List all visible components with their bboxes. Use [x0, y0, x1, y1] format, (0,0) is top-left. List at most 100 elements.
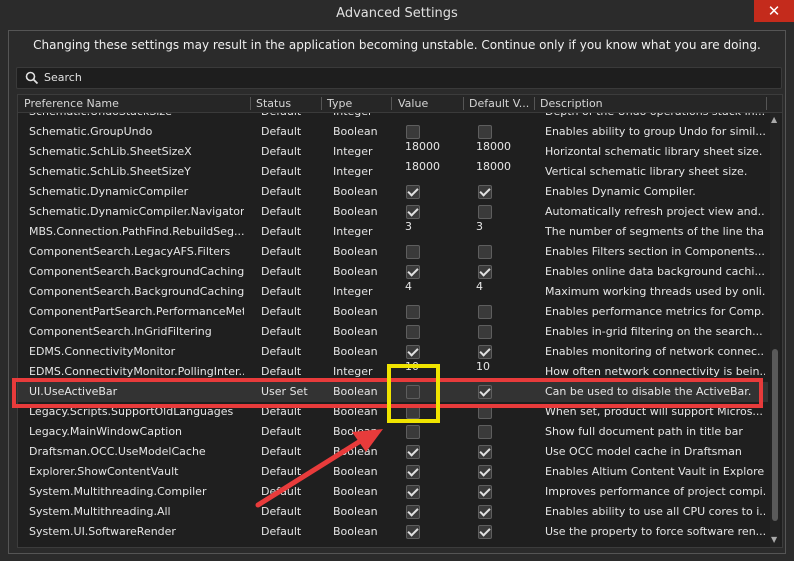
column-header-preference-name[interactable]: Preference Name	[24, 97, 119, 110]
default-checkbox	[478, 505, 492, 519]
description-cell: Enables Filters section in Components...	[545, 245, 765, 258]
window-title: Advanced Settings	[336, 6, 458, 21]
value-checkbox[interactable]	[406, 205, 420, 219]
table-row[interactable]: Schematic.DynamicCompiler Default Boolean E…	[18, 182, 768, 202]
column-header-default-value[interactable]: Default V...	[469, 97, 529, 110]
column-header-description[interactable]: Description	[540, 97, 603, 110]
value-checkbox[interactable]	[406, 425, 420, 439]
search-input[interactable]: Search	[16, 67, 782, 89]
value-cell[interactable]: 3	[405, 220, 412, 233]
table-row[interactable]: MBS.Connection.PathFind.RebuildSeg... Def…	[18, 220, 768, 242]
preference-name-cell: Explorer.ShowContentVault	[29, 465, 179, 478]
table-row[interactable]: System.Multithreading.Compiler Default Boo…	[18, 482, 768, 502]
description-cell: Use OCC model cache in Draftsman	[545, 445, 742, 458]
description-cell: Maximum working threads used by onli...	[545, 285, 765, 298]
table-row[interactable]: EDMS.ConnectivityMonitor Default Boolean En…	[18, 342, 768, 362]
value-checkbox[interactable]	[406, 525, 420, 539]
preference-name-cell: ComponentSearch.LegacyAFS.Filters	[29, 245, 231, 258]
table-row[interactable]: System.UI.SoftwareRender Default Boolean Us…	[18, 522, 768, 542]
value-checkbox[interactable]	[406, 265, 420, 279]
preference-name-cell: EDMS.ConnectivityMonitor.PollingInter...	[29, 365, 244, 378]
status-cell: Default	[261, 245, 302, 258]
type-cell: Boolean	[333, 325, 378, 338]
scrollbar-thumb[interactable]	[772, 349, 778, 521]
table-row[interactable]: Schematic.SchLib.SheetSizeX Default Intege…	[18, 140, 768, 162]
scroll-up-icon[interactable]: ▲	[771, 115, 777, 124]
description-cell: The number of segments of the line tha..…	[545, 225, 765, 238]
table-row[interactable]: Explorer.ShowContentVault Default Boolean E…	[18, 462, 768, 482]
column-header-status[interactable]: Status	[256, 97, 291, 110]
table-row[interactable]: ComponentSearch.InGridFiltering Default Bo…	[18, 322, 768, 342]
value-checkbox[interactable]	[406, 245, 420, 259]
preference-name-cell: Schematic.DynamicCompiler.Navigator....	[29, 205, 244, 218]
column-divider[interactable]	[321, 97, 322, 110]
table-row[interactable]: ComponentSearch.LegacyAFS.Filters Default…	[18, 242, 768, 262]
type-cell: Boolean	[333, 345, 378, 358]
preference-name-cell: ComponentSearch.InGridFiltering	[29, 325, 212, 338]
table-row[interactable]: Legacy.MainWindowCaption Default Boolean Sh…	[18, 422, 768, 442]
title-bar: Advanced Settings ✕	[0, 0, 794, 28]
description-cell: Enables Dynamic Compiler.	[545, 185, 696, 198]
status-cell: Default	[261, 165, 302, 178]
value-cell[interactable]: 18000	[405, 160, 440, 173]
column-header-type[interactable]: Type	[327, 97, 352, 110]
description-cell: Horizontal schematic library sheet size.	[545, 145, 763, 158]
value-checkbox[interactable]	[406, 485, 420, 499]
column-divider[interactable]	[250, 97, 251, 110]
default-checkbox	[478, 345, 492, 359]
default-value-cell: 3	[476, 220, 483, 233]
preference-name-cell: System.Multithreading.Compiler	[29, 485, 207, 498]
value-cell[interactable]: 4	[405, 280, 412, 293]
preference-name-cell: Schematic.DynamicCompiler	[29, 185, 189, 198]
table-row[interactable]: Schematic.SchLib.SheetSizeY Default Intege…	[18, 160, 768, 182]
status-cell: Default	[261, 525, 302, 538]
column-divider[interactable]	[391, 97, 392, 110]
vertical-scrollbar[interactable]: ▲ ▼	[770, 113, 780, 547]
value-checkbox[interactable]	[406, 345, 420, 359]
table-row[interactable]: ComponentPartSearch.PerformanceMet... Def…	[18, 302, 768, 322]
status-cell: Default	[261, 445, 302, 458]
table-row[interactable]: Schematic.GroupUndo Default Boolean Enables…	[18, 122, 768, 142]
highlight-box-yellow	[387, 364, 440, 423]
value-checkbox[interactable]	[406, 505, 420, 519]
description-cell: Enables in-grid filtering on the search.…	[545, 325, 763, 338]
table-row[interactable]: Schematic.UndoStackSizeDefaultInteger505…	[18, 113, 768, 122]
default-value-cell: 18000	[476, 140, 511, 153]
value-checkbox[interactable]	[406, 465, 420, 479]
table-row[interactable]: Schematic.DynamicCompiler.Navigator.... D…	[18, 202, 768, 222]
preference-name-cell: Schematic.GroupUndo	[29, 125, 153, 138]
table-row[interactable]: ComponentSearch.BackgroundCaching... Defa…	[18, 280, 768, 302]
search-icon	[25, 71, 39, 85]
value-checkbox[interactable]	[406, 185, 420, 199]
value-checkbox[interactable]	[406, 325, 420, 339]
preference-name-cell: System.UI.SoftwareRender	[29, 525, 176, 538]
status-cell: Default	[261, 185, 302, 198]
column-divider[interactable]	[463, 97, 464, 110]
default-checkbox	[478, 245, 492, 259]
type-cell: Boolean	[333, 485, 378, 498]
settings-grid: Preference Name Status Type Value Defaul…	[17, 94, 783, 548]
default-checkbox	[478, 325, 492, 339]
value-checkbox[interactable]	[406, 305, 420, 319]
description-cell: Enables performance metrics for Comp...	[545, 305, 765, 318]
value-checkbox[interactable]	[406, 445, 420, 459]
column-header-value[interactable]: Value	[398, 97, 428, 110]
status-cell: Default	[261, 485, 302, 498]
close-button[interactable]: ✕	[754, 0, 794, 22]
scroll-down-icon[interactable]: ▼	[771, 535, 777, 544]
preference-name-cell: System.Multithreading.All	[29, 505, 171, 518]
preference-name-cell: Draftsman.OCC.UseModelCache	[29, 445, 206, 458]
column-divider[interactable]	[534, 97, 535, 110]
table-row[interactable]: ComponentSearch.BackgroundCaching Default…	[18, 262, 768, 282]
column-divider[interactable]	[766, 97, 767, 110]
value-cell[interactable]: 18000	[405, 140, 440, 153]
default-checkbox	[478, 125, 492, 139]
table-row[interactable]: Draftsman.OCC.UseModelCache Default Boolea…	[18, 442, 768, 462]
preference-name-cell: ComponentPartSearch.PerformanceMet...	[29, 305, 244, 318]
type-cell: Integer	[333, 365, 373, 378]
description-cell: Enables monitoring of network connec...	[545, 345, 765, 358]
default-checkbox	[478, 465, 492, 479]
preference-name-cell: ComponentSearch.BackgroundCaching...	[29, 285, 244, 298]
table-row[interactable]: System.Multithreading.All Default Boolean E…	[18, 502, 768, 522]
value-checkbox[interactable]	[406, 125, 420, 139]
